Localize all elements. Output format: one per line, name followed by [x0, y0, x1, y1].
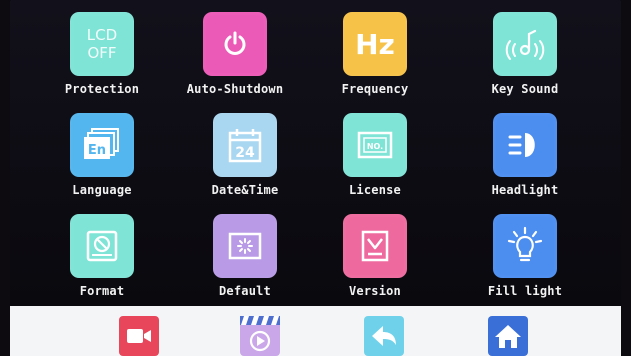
power-icon — [203, 12, 267, 76]
setting-format[interactable]: Format — [32, 214, 172, 310]
version-icon — [343, 214, 407, 278]
setting-language[interactable]: En Language — [32, 113, 172, 209]
en-text: En — [88, 143, 106, 158]
setting-label: Protection — [64, 82, 140, 96]
setting-label: Auto-Shutdown — [186, 82, 284, 96]
setting-label: Default — [219, 284, 271, 298]
setting-default[interactable]: Default — [175, 214, 315, 310]
setting-fill-light[interactable]: Fill light — [455, 214, 595, 310]
bottom-nav-bar — [10, 306, 621, 356]
video-camera-icon — [127, 329, 151, 343]
lcd-off-icon: LCD OFF — [70, 12, 134, 76]
setting-label: Frequency — [341, 82, 409, 96]
setting-label: Language — [72, 183, 132, 197]
playback-button[interactable] — [240, 316, 280, 356]
setting-label: Key Sound — [491, 82, 559, 96]
setting-date-time[interactable]: 24 Date&Time — [175, 113, 315, 209]
hz-text: Hz — [355, 27, 395, 61]
key-sound-icon — [493, 12, 557, 76]
off-text: OFF — [87, 44, 117, 62]
headlight-icon — [493, 113, 557, 177]
setting-frequency[interactable]: Hz Frequency — [305, 12, 445, 108]
default-icon — [213, 214, 277, 278]
setting-label: Format — [79, 284, 125, 298]
setting-label: Date&Time — [211, 183, 279, 197]
calendar-icon: 24 — [213, 113, 277, 177]
format-icon — [70, 214, 134, 278]
home-button[interactable] — [488, 316, 528, 356]
settings-screen: LCD OFF Protection Auto-Shutdown Hz Freq… — [10, 0, 621, 306]
calendar-day-text: 24 — [235, 145, 255, 161]
language-icon: En — [70, 113, 134, 177]
home-icon — [495, 325, 521, 348]
license-no-text: NO. — [367, 142, 383, 151]
record-button[interactable] — [119, 316, 159, 356]
back-arrow-icon — [372, 326, 396, 346]
setting-license[interactable]: NO. License — [305, 113, 445, 209]
setting-label: License — [349, 183, 401, 197]
video-playback-icon — [240, 316, 280, 352]
setting-label: Fill light — [487, 284, 563, 298]
setting-headlight[interactable]: Headlight — [455, 113, 595, 209]
fill-light-icon — [493, 214, 557, 278]
setting-protection[interactable]: LCD OFF Protection — [32, 12, 172, 108]
license-icon: NO. — [343, 113, 407, 177]
setting-label: Version — [349, 284, 401, 298]
setting-auto-shutdown[interactable]: Auto-Shutdown — [165, 12, 305, 108]
back-button[interactable] — [364, 316, 404, 356]
setting-label: Headlight — [491, 183, 559, 197]
lcd-text: LCD — [86, 26, 118, 44]
setting-key-sound[interactable]: Key Sound — [455, 12, 595, 108]
settings-grid: LCD OFF Protection Auto-Shutdown Hz Freq… — [10, 0, 621, 306]
hz-icon: Hz — [343, 12, 407, 76]
setting-version[interactable]: Version — [305, 214, 445, 310]
